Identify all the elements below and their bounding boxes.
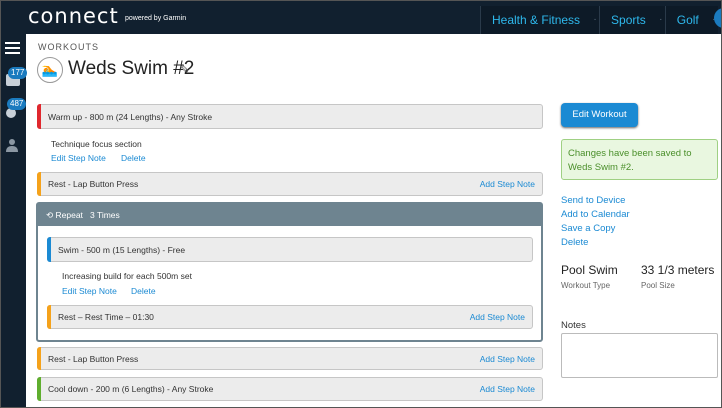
pencil-icon[interactable]: ✎ [180,63,189,76]
edit-step-note-link[interactable]: Edit Step Note [51,153,106,163]
repeat-header: ⟲ Repeat 3 Times [38,204,541,226]
connections-badge: 487 [7,98,27,110]
top-nav: Health & Fitness · Sports · Golf · [480,6,718,34]
nav-golf[interactable]: Golf [664,6,710,34]
add-to-calendar-link[interactable]: Add to Calendar [561,209,630,220]
step-color-bar [37,104,41,129]
top-bar: connect powered by Garmin Health & Fitne… [0,0,722,34]
nav-separator: · [591,6,600,34]
delete-note-link[interactable]: Delete [131,286,156,296]
add-step-note-link[interactable]: Add Step Note [480,384,535,394]
nav-sports[interactable]: Sports [599,6,657,34]
workout-type-value: Pool Swim [561,263,618,277]
step-rest-time[interactable]: Rest – Rest Time – 01:30 Add Step Note [47,305,533,329]
step-color-bar [37,347,41,370]
nav-health-fitness[interactable]: Health & Fitness [480,6,592,34]
add-step-note-link[interactable]: Add Step Note [480,354,535,364]
step-warmup[interactable]: Warm up - 800 m (24 Lengths) - Any Strok… [37,104,543,129]
step-rest[interactable]: Rest - Lap Button Press Add Step Note [37,172,543,196]
connect-logo[interactable]: connect [28,4,119,28]
step-note: Technique focus section [51,139,142,149]
add-step-note-link[interactable]: Add Step Note [480,179,535,189]
step-color-bar [37,172,41,196]
page-title: Weds Swim #2 [68,58,195,79]
save-a-copy-link[interactable]: Save a Copy [561,223,615,234]
pool-size-label: Pool Size [641,281,675,290]
pool-size-value: 33 1/3 meters [641,263,715,277]
repeat-count: 3 Times [90,210,120,220]
left-rail: 177 487 [0,34,28,408]
step-note: Increasing build for each 500m set [62,271,192,281]
workout-type-label: Workout Type [561,281,611,290]
send-to-device-link[interactable]: Send to Device [561,195,625,206]
delete-note-link[interactable]: Delete [121,153,146,163]
add-step-note-link[interactable]: Add Step Note [470,312,525,322]
step-rest[interactable]: Rest - Lap Button Press Add Step Note [37,347,543,370]
logo-subtitle: powered by Garmin [125,15,187,22]
saved-message: Changes have been saved to Weds Swim #2. [561,139,718,180]
step-label: Swim - 500 m (15 Lengths) - Free [58,244,186,255]
step-color-bar [47,237,51,262]
repeat-label: Repeat [55,210,83,220]
user-icon[interactable] [5,138,19,152]
notes-field[interactable] [561,333,718,378]
edit-step-note-link[interactable]: Edit Step Note [62,286,117,296]
edit-workout-button[interactable]: Edit Workout [561,103,638,127]
step-label: Rest - Lap Button Press [48,179,139,189]
nav-separator: · [656,6,665,34]
step-color-bar [37,377,41,401]
section-label: WORKOUTS [38,42,99,52]
step-label: Rest - Lap Button Press [48,353,139,364]
step-label: Rest – Rest Time – 01:30 [58,312,154,322]
step-swim[interactable]: Swim - 500 m (15 Lengths) - Free [47,237,533,262]
step-label: Cool down - 200 m (6 Lengths) - Any Stro… [48,384,214,394]
inbox-badge: 177 [8,67,28,79]
repeat-icon: ⟲ [46,210,54,220]
delete-workout-link[interactable]: Delete [561,237,588,248]
step-cooldown[interactable]: Cool down - 200 m (6 Lengths) - Any Stro… [37,377,543,401]
step-label: Warm up - 800 m (24 Lengths) - Any Strok… [48,111,213,122]
step-color-bar [47,305,51,329]
menu-icon[interactable] [5,42,20,57]
notes-label: Notes [561,320,586,331]
swim-icon: 🏊 [37,57,63,83]
